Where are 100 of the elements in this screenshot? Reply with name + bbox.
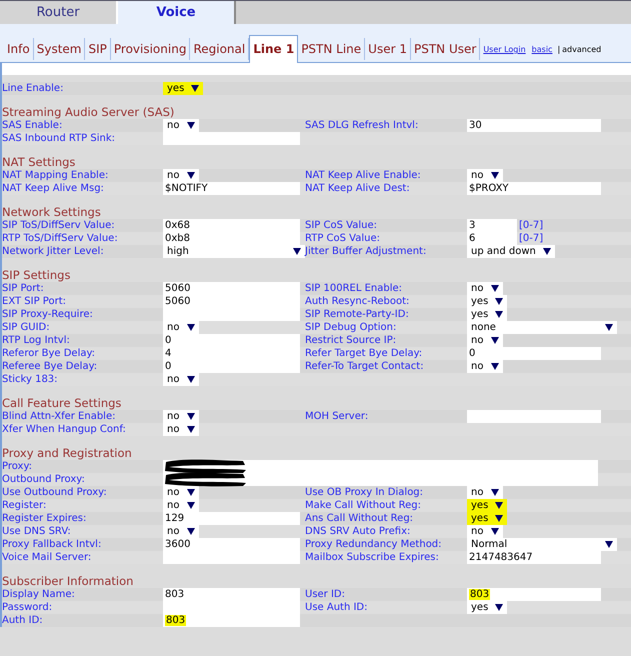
field-label: Network Jitter Level: bbox=[2, 245, 105, 258]
tab[interactable]: User 1 bbox=[365, 38, 411, 60]
field-label: Use Outbound Proxy: bbox=[2, 486, 108, 499]
field-label: DNS SRV Auto Prefix: bbox=[305, 525, 412, 538]
input-field[interactable] bbox=[163, 308, 300, 321]
dropdown[interactable]: no bbox=[163, 499, 199, 512]
field-label: Ans Call Without Reg: bbox=[305, 512, 414, 525]
input-field[interactable]: 6 bbox=[467, 232, 517, 245]
input-field[interactable]: $NOTIFY bbox=[163, 182, 300, 195]
dropdown[interactable]: no bbox=[163, 525, 199, 538]
dropdown[interactable]: yes bbox=[467, 308, 508, 321]
tab[interactable]: SIP bbox=[85, 38, 111, 60]
field-label: Mailbox Subscribe Expires: bbox=[305, 551, 440, 564]
field-label: SIP GUID: bbox=[2, 321, 51, 334]
dropdown[interactable]: no bbox=[467, 525, 503, 538]
field-label: RTP ToS/DiffServ Value: bbox=[2, 232, 119, 245]
input-field[interactable]: 5060 bbox=[163, 295, 300, 308]
input-field[interactable]: 0x68 bbox=[163, 219, 300, 232]
dropdown[interactable]: no bbox=[163, 169, 199, 182]
input-field[interactable]: $PROXY bbox=[467, 182, 601, 195]
field-label: SIP Remote-Party-ID: bbox=[305, 308, 410, 321]
dropdown[interactable]: up and down bbox=[467, 245, 555, 258]
caret-icon bbox=[293, 248, 301, 255]
dropdown[interactable]: yes bbox=[163, 82, 204, 95]
field-label: SIP Debug Option: bbox=[305, 321, 398, 334]
field-label: Auth ID: bbox=[2, 614, 44, 627]
dropdown[interactable]: yes bbox=[467, 499, 508, 512]
field-label: Xfer When Hangup Conf: bbox=[2, 423, 127, 436]
dropdown[interactable]: yes bbox=[467, 601, 508, 614]
field-label: Register Expires: bbox=[2, 512, 88, 525]
link[interactable]: User Login bbox=[483, 45, 526, 54]
input-field[interactable]: 2147483647 bbox=[467, 551, 601, 564]
top-tab[interactable]: Voice bbox=[118, 1, 236, 24]
dropdown[interactable]: Normal bbox=[467, 538, 617, 551]
dropdown[interactable]: no bbox=[163, 321, 199, 334]
caret-icon bbox=[605, 324, 613, 331]
dropdown[interactable]: none bbox=[467, 321, 617, 334]
field-label: Display Name: bbox=[2, 588, 76, 601]
mode-label: advanced bbox=[562, 45, 602, 54]
input-field[interactable]: 4 bbox=[163, 347, 300, 360]
input-field[interactable]: 803 bbox=[163, 588, 300, 601]
section-title: SIP Settings bbox=[2, 268, 72, 282]
tab[interactable]: PSTN User bbox=[410, 38, 480, 60]
input-field[interactable]: 30 bbox=[467, 119, 601, 132]
field-label: SIP 100REL Enable: bbox=[305, 282, 404, 295]
tab[interactable]: System bbox=[34, 38, 86, 60]
field-label: Auth Resync-Reboot: bbox=[305, 295, 410, 308]
field-label: Use OB Proxy In Dialog: bbox=[305, 486, 424, 499]
field-label: RTP Log Intvl: bbox=[2, 334, 71, 347]
top-tab[interactable]: Router bbox=[0, 1, 118, 24]
input-field[interactable] bbox=[163, 551, 300, 564]
dropdown[interactable]: no bbox=[467, 334, 503, 347]
dropdown[interactable]: no bbox=[467, 486, 503, 499]
input-field[interactable]: 3600 bbox=[163, 538, 300, 551]
dropdown[interactable]: no bbox=[467, 169, 503, 182]
field-label: Outbound Proxy: bbox=[2, 473, 86, 486]
dropdown[interactable]: high bbox=[163, 245, 305, 258]
tab[interactable]: Info bbox=[4, 38, 34, 60]
field-label: Jitter Buffer Adjustment: bbox=[305, 245, 428, 258]
tab[interactable]: Line 1 bbox=[249, 35, 298, 63]
dropdown[interactable]: no bbox=[467, 360, 503, 373]
tab[interactable]: Provisioning bbox=[110, 38, 190, 60]
input-field[interactable]: 0 bbox=[163, 334, 300, 347]
dropdown[interactable]: no bbox=[163, 423, 199, 436]
input-field[interactable]: 803 bbox=[163, 614, 300, 627]
dropdown[interactable]: no bbox=[163, 373, 199, 386]
input-field[interactable] bbox=[163, 460, 598, 473]
input-field[interactable]: 0 bbox=[163, 360, 300, 373]
input-field[interactable] bbox=[163, 473, 598, 486]
field-label: NAT Keep Alive Msg: bbox=[2, 182, 105, 195]
input-field[interactable]: 129 bbox=[163, 512, 300, 525]
field-label: Refer-To Target Contact: bbox=[305, 360, 425, 373]
input-field[interactable]: 3 bbox=[467, 219, 517, 232]
link[interactable]: basic bbox=[532, 45, 552, 54]
field-label: Referee Bye Delay: bbox=[2, 360, 98, 373]
dropdown[interactable]: no bbox=[163, 410, 199, 423]
input-field[interactable] bbox=[467, 410, 601, 423]
input-field[interactable]: 0 bbox=[467, 347, 601, 360]
range-hint: [0-7] bbox=[518, 232, 544, 245]
input-field[interactable] bbox=[163, 132, 300, 145]
field-label: NAT Mapping Enable: bbox=[2, 169, 110, 182]
section-title: Call Feature Settings bbox=[2, 396, 122, 410]
dropdown[interactable]: no bbox=[163, 486, 199, 499]
dropdown[interactable]: no bbox=[163, 119, 199, 132]
input-field[interactable]: 5060 bbox=[163, 282, 300, 295]
field-label: SAS Inbound RTP Sink: bbox=[2, 132, 116, 145]
caret-icon bbox=[187, 324, 195, 331]
field-label: NAT Keep Alive Dest: bbox=[305, 182, 411, 195]
input-field[interactable]: 803 bbox=[467, 588, 601, 601]
field-label: RTP CoS Value: bbox=[305, 232, 381, 245]
field-label: Voice Mail Server: bbox=[2, 551, 92, 564]
field-label: Line Enable: bbox=[2, 82, 64, 95]
section-title: Proxy and Registration bbox=[2, 446, 133, 460]
tab[interactable]: PSTN Line bbox=[298, 38, 366, 60]
field-label: SAS Enable: bbox=[2, 119, 64, 132]
dropdown[interactable]: no bbox=[467, 282, 503, 295]
dropdown[interactable]: yes bbox=[467, 295, 508, 308]
dropdown[interactable]: yes bbox=[467, 512, 508, 525]
caret-icon bbox=[542, 248, 551, 255]
input-field[interactable]: 0xb8 bbox=[163, 232, 300, 245]
